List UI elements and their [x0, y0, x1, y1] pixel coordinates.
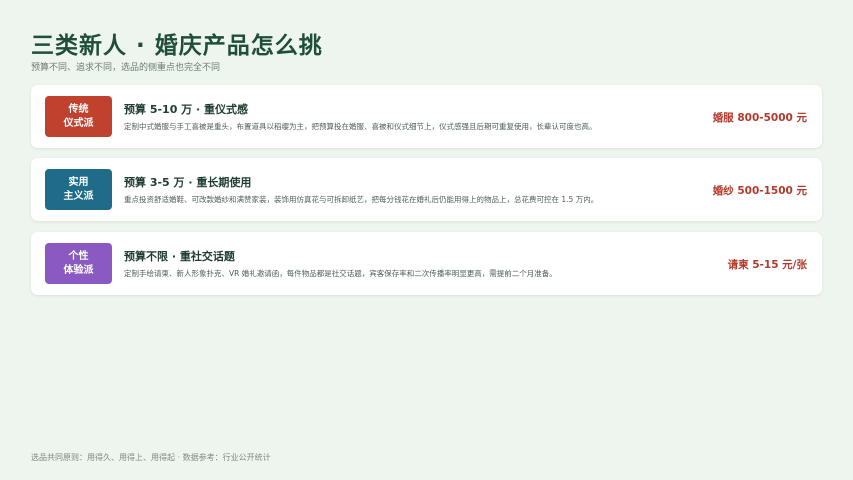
card-description: 定制中式婚服与手工喜被是重头，布置道具以稻缨为主，把预算投在婚服、喜被和仪式细节…	[124, 122, 597, 131]
card-price: 请柬 5-15 元/张	[727, 259, 807, 271]
badge-traditional: 传统 仪式派	[45, 96, 112, 137]
page-subtitle: 预算不同、追求不同，选品的侧重点也完全不同	[31, 63, 221, 73]
card-experience[interactable]: 个性 体验派 预算不限 · 重社交话题 定制手绘请柬、新人形象扑克、VR 婚礼邀…	[31, 232, 822, 295]
badge-line2: 仪式派	[63, 117, 94, 129]
card-title: 预算 5-10 万 · 重仪式感	[124, 103, 249, 116]
card-practical[interactable]: 实用 主义派 预算 3-5 万 · 重长期使用 重点投资舒适婚鞋、可改款婚纱和满…	[31, 158, 822, 221]
badge-line1: 个性	[68, 250, 89, 262]
page-title: 三类新人 · 婚庆产品怎么挑	[31, 33, 323, 59]
card-price: 婚纱 500-1500 元	[712, 185, 807, 197]
badge-line2: 主义派	[63, 190, 94, 202]
card-price: 婚服 800-5000 元	[712, 112, 807, 124]
card-title: 预算不限 · 重社交话题	[124, 250, 235, 263]
card-description: 重点投资舒适婚鞋、可改款婚纱和满赞家装，装饰用仿真花与可拆卸纸艺，把每分钱花在婚…	[124, 195, 599, 204]
card-description: 定制手绘请柬、新人形象扑克、VR 婚礼邀请函，每件物品都是社交话题，宾客保存率和…	[124, 269, 557, 278]
badge-line1: 实用	[68, 176, 89, 188]
footer-note: 选品共同原则：用得久、用得上、用得起 · 数据参考：行业公开统计	[31, 453, 271, 462]
badge-line2: 体验派	[63, 264, 94, 276]
badge-practical: 实用 主义派	[45, 169, 112, 210]
badge-experience: 个性 体验派	[45, 243, 112, 284]
badge-line1: 传统	[68, 103, 89, 115]
card-title: 预算 3-5 万 · 重长期使用	[124, 176, 252, 189]
card-traditional[interactable]: 传统 仪式派 预算 5-10 万 · 重仪式感 定制中式婚服与手工喜被是重头，布…	[31, 85, 822, 148]
